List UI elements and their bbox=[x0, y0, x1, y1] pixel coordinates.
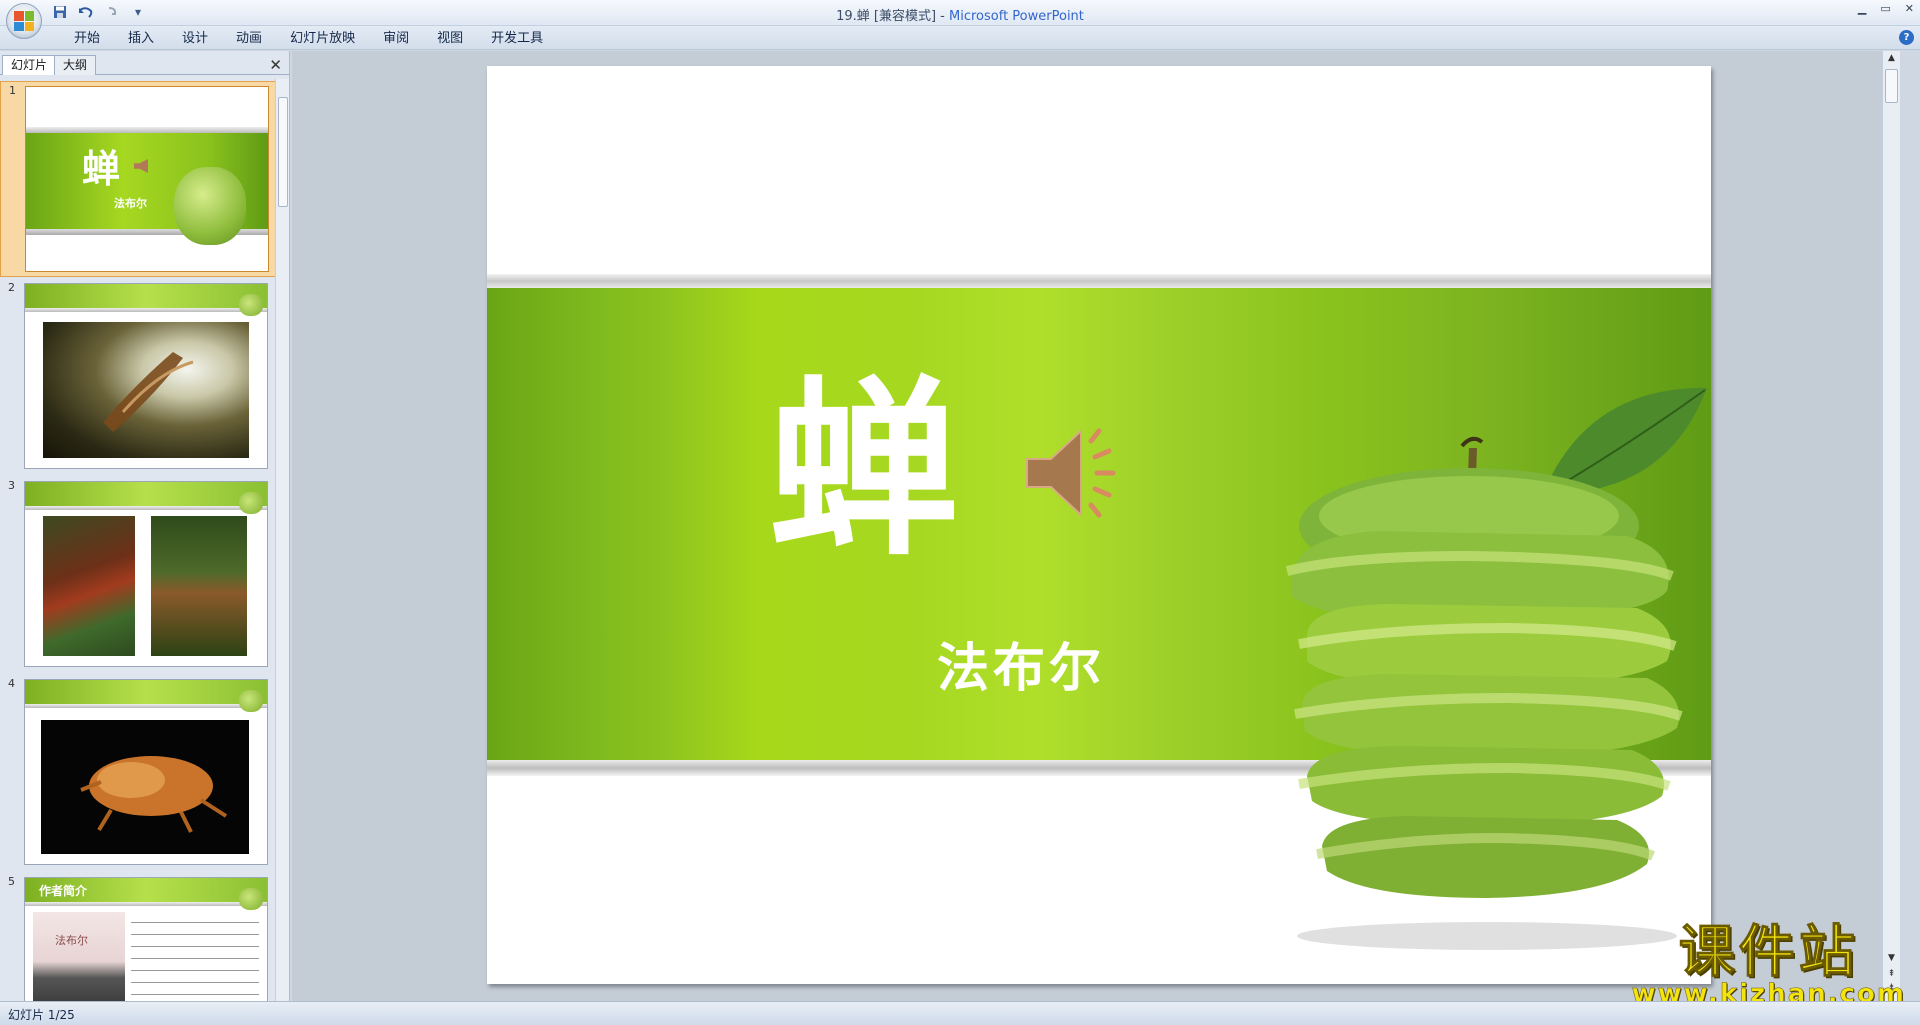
thumbnail-frame: 蝉 法布尔 bbox=[25, 86, 269, 272]
site-watermark: 课件站 www.kjzhan.com bbox=[1631, 920, 1906, 1007]
speaker-icon[interactable] bbox=[1023, 423, 1123, 523]
apple-icon bbox=[174, 167, 246, 245]
ribbon: 开始 插入 设计 动画 幻灯片放映 审阅 视图 开发工具 ? bbox=[0, 26, 1920, 50]
tab-design[interactable]: 设计 bbox=[168, 30, 222, 48]
help-icon[interactable]: ? bbox=[1899, 30, 1914, 45]
tab-outline[interactable]: 大纲 bbox=[54, 55, 97, 75]
author-bio-text bbox=[131, 916, 259, 1001]
slide-editor: 蝉 法布尔 ▲ ▼ ⇞ ⇟ bbox=[292, 51, 1900, 1001]
thumbnail-title: 蝉 bbox=[82, 147, 121, 191]
maximize-icon[interactable]: ▭ bbox=[1880, 2, 1890, 15]
status-bar: 幻灯片 1/25 bbox=[0, 1001, 1920, 1025]
office-button[interactable] bbox=[6, 3, 42, 39]
thumbnail-frame bbox=[24, 283, 268, 469]
slide-thumbnail-5[interactable]: 5 作者简介 法布尔 bbox=[0, 873, 276, 1001]
thumbnail-subtitle: 法布尔 bbox=[114, 197, 147, 210]
author-portrait: 法布尔 bbox=[33, 912, 125, 1001]
ribbon-tabs: 开始 插入 设计 动画 幻灯片放映 审阅 视图 开发工具 bbox=[60, 30, 557, 48]
tab-animations[interactable]: 动画 bbox=[222, 30, 276, 48]
thumbnail-frame: 作者简介 法布尔 bbox=[24, 877, 268, 1001]
slide-thumbnail-3[interactable]: 3 bbox=[0, 477, 276, 673]
document-name: 19.蝉 [兼容模式] bbox=[836, 9, 937, 24]
tab-view[interactable]: 视图 bbox=[423, 30, 477, 48]
scroll-up-icon[interactable]: ▲ bbox=[1885, 53, 1898, 63]
pane-tabs: 幻灯片 大纲 ✕ bbox=[0, 53, 290, 75]
window-title: 19.蝉 [兼容模式] - Microsoft PowerPoint bbox=[0, 5, 1920, 24]
sliced-apple-image[interactable] bbox=[1207, 376, 1711, 976]
slide-author[interactable]: 法布尔 bbox=[937, 626, 1105, 701]
slide-thumbnail-2[interactable]: 2 bbox=[0, 279, 276, 475]
close-pane-icon[interactable]: ✕ bbox=[269, 56, 282, 74]
slide-title[interactable]: 蝉 bbox=[769, 376, 961, 566]
thumbnail-number: 4 bbox=[8, 677, 15, 690]
slide-position-status: 幻灯片 1/25 bbox=[8, 1008, 75, 1022]
thumbnail-list: 1 蝉 法布尔 2 3 4 5 作者简介 法布尔 bbox=[0, 79, 276, 1001]
cicada-molting-photo bbox=[43, 516, 135, 656]
tab-developer[interactable]: 开发工具 bbox=[477, 30, 557, 48]
scrollbar-thumb[interactable] bbox=[1885, 69, 1898, 103]
cicada-nymph-photo bbox=[41, 720, 249, 854]
apple-icon bbox=[239, 888, 263, 910]
cicada-shell-photo bbox=[151, 516, 247, 656]
close-icon[interactable]: ✕ bbox=[1905, 2, 1914, 15]
slide-canvas[interactable]: 蝉 法布尔 bbox=[487, 66, 1711, 984]
thumbnail-number: 2 bbox=[8, 281, 15, 294]
slide-thumbnail-4[interactable]: 4 bbox=[0, 675, 276, 871]
thumbnail-frame bbox=[24, 679, 268, 865]
portrait-label: 法布尔 bbox=[55, 934, 88, 947]
tab-review[interactable]: 审阅 bbox=[369, 30, 423, 48]
watermark-line1: 课件站 bbox=[1678, 920, 1859, 985]
thumbnail-number: 1 bbox=[9, 84, 16, 97]
metal-strip-top bbox=[487, 274, 1711, 288]
scrollbar-thumb[interactable] bbox=[278, 97, 288, 207]
apple-icon bbox=[239, 690, 263, 712]
app-name: Microsoft PowerPoint bbox=[949, 9, 1084, 24]
thumbnail-frame bbox=[24, 481, 268, 667]
title-bar: ▾ 19.蝉 [兼容模式] - Microsoft PowerPoint ▁ ▭… bbox=[0, 0, 1920, 39]
slide-thumbnail-1[interactable]: 1 蝉 法布尔 bbox=[0, 81, 276, 277]
tab-slides[interactable]: 幻灯片 bbox=[2, 55, 57, 75]
apple-icon bbox=[239, 294, 263, 316]
slide-scrollbar[interactable]: ▲ ▼ ⇞ ⇟ bbox=[1882, 51, 1900, 1001]
tab-slide-show[interactable]: 幻灯片放映 bbox=[276, 30, 369, 48]
thumbnail-heading: 作者简介 bbox=[39, 884, 88, 898]
cicada-photo bbox=[43, 322, 249, 458]
apple-icon bbox=[239, 492, 263, 514]
office-logo-icon bbox=[14, 11, 34, 31]
minimize-icon[interactable]: ▁ bbox=[1858, 2, 1866, 15]
slides-pane: 幻灯片 大纲 ✕ 1 蝉 法布尔 2 3 4 5 作者简介 法布尔 bbox=[0, 51, 290, 1001]
thumbnail-number: 5 bbox=[8, 875, 15, 888]
title-separator: - bbox=[936, 9, 950, 24]
thumbnail-scrollbar[interactable] bbox=[275, 79, 289, 1001]
tab-home[interactable]: 开始 bbox=[60, 30, 114, 48]
thumbnail-number: 3 bbox=[8, 479, 15, 492]
window-controls: ▁ ▭ ✕ bbox=[1858, 2, 1914, 15]
tab-insert[interactable]: 插入 bbox=[114, 30, 168, 48]
